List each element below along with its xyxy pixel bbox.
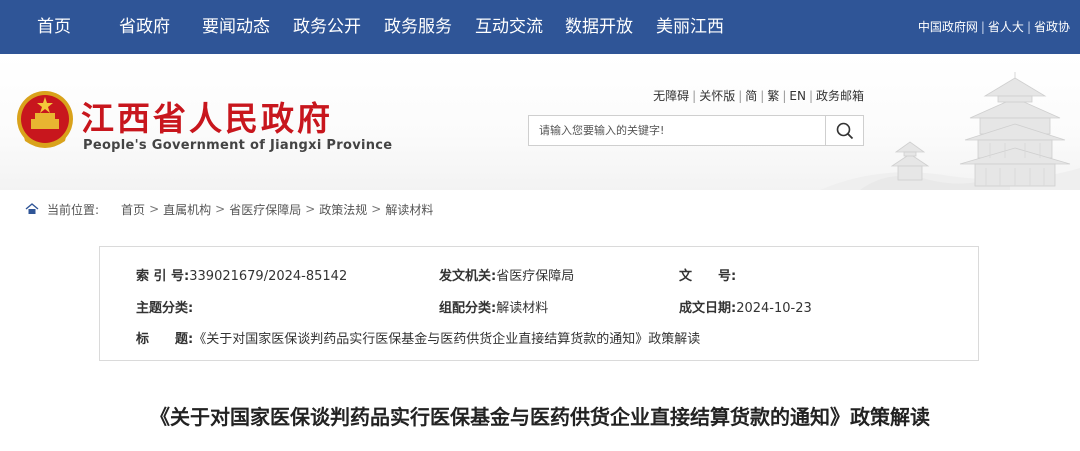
article-title: 《关于对国家医保谈判药品实行医保基金与医药供货企业直接结算货款的通知》政策解读 [150, 405, 930, 429]
field-title: 标 题:《关于对国家医保谈判药品实行医保基金与医药供货企业直接结算货款的通知》政… [136, 332, 701, 347]
site-title[interactable]: 江西省人民政府 [81, 92, 333, 140]
nav-item-home[interactable]: 首页 [37, 0, 71, 54]
breadcrumb-medical-security-bureau[interactable]: 省医疗保障局 [229, 201, 301, 218]
breadcrumb-label: 当前位置: [47, 202, 100, 217]
field-topic-category: 主题分类: [136, 301, 194, 316]
field-document-number: 文 号: [679, 269, 737, 284]
top-external-links: 中国政府网 | 省人大 | 省政协 [917, 20, 1070, 34]
national-emblem-icon [17, 91, 73, 148]
document-info-box: 索 引 号:339021679/2024-85142 发文机关:省医疗保障局 文… [99, 246, 979, 361]
site-subtitle: People's Government of Jiangxi Province [83, 138, 393, 153]
breadcrumb-policies[interactable]: 政策法规 [319, 201, 367, 218]
link-traditional[interactable]: 繁 [767, 89, 779, 103]
nav-item-government-affairs-disclosure[interactable]: 政务公开 [293, 0, 361, 54]
field-issuing-authority: 发文机关:省医疗保障局 [439, 269, 575, 284]
home-icon [25, 203, 39, 214]
link-provincial-congress[interactable]: 省人大 [988, 20, 1024, 34]
field-index-number: 索 引 号:339021679/2024-85142 [136, 269, 348, 284]
breadcrumb: 当前位置: 首页 > 直属机构 > 省医疗保障局 > 政策法规 > 解读材料 [25, 200, 433, 218]
link-provincial-cppcc[interactable]: 省政协 [1034, 20, 1070, 34]
link-english[interactable]: EN [789, 89, 806, 103]
link-accessibility[interactable]: 无障碍 [653, 89, 689, 103]
search-input[interactable] [529, 116, 819, 145]
field-grouping-category: 组配分类:解读材料 [439, 301, 549, 316]
breadcrumb-home[interactable]: 首页 [121, 201, 145, 218]
nav-item-beautiful-jiangxi[interactable]: 美丽江西 [656, 0, 724, 54]
search-box [528, 115, 864, 146]
site-header: 江西省人民政府 People's Government of Jiangxi P… [0, 54, 1080, 190]
link-china-gov[interactable]: 中国政府网 [918, 20, 978, 34]
pavilion-illustration [820, 72, 1080, 190]
link-care-version[interactable]: 关怀版 [699, 89, 735, 103]
field-written-date: 成文日期:2024-10-23 [679, 301, 812, 316]
breadcrumb-interpretation[interactable]: 解读材料 [385, 201, 433, 218]
top-navigation-bar: 首页 省政府 要闻动态 政务公开 政务服务 互动交流 数据开放 美丽江西 中国政… [0, 0, 1080, 54]
nav-item-open-data[interactable]: 数据开放 [565, 0, 633, 54]
nav-item-government-services[interactable]: 政务服务 [384, 0, 452, 54]
nav-item-news[interactable]: 要闻动态 [202, 0, 270, 54]
nav-item-interaction[interactable]: 互动交流 [475, 0, 543, 54]
nav-item-provincial-government[interactable]: 省政府 [119, 0, 170, 54]
breadcrumb-directly-affiliated[interactable]: 直属机构 [163, 201, 211, 218]
link-simplified[interactable]: 简 [745, 89, 757, 103]
